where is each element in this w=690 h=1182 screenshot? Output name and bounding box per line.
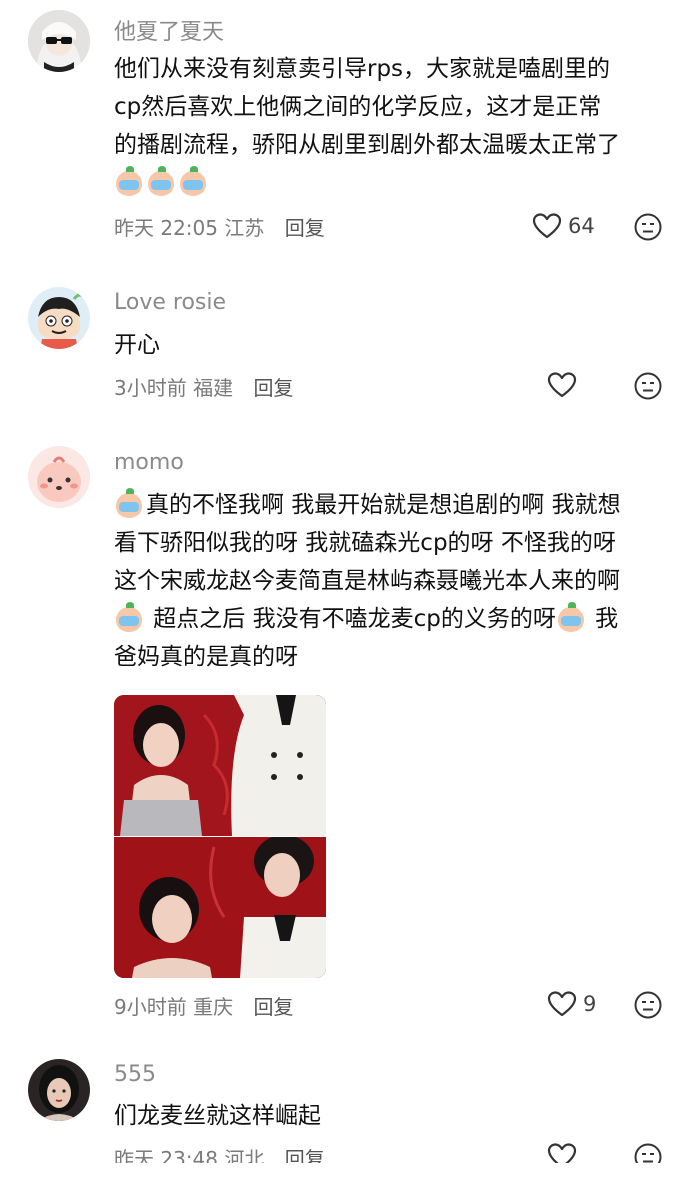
crying-peach-emoji (114, 602, 144, 632)
comment-line: cp然后喜欢上他俩之间的化学反应，这才是正常 (114, 94, 602, 120)
comment-text: 真的不怪我啊 我最开始就是想追剧的啊 我就想 看下骄阳似我的呀 我就磕森光cp的… (114, 486, 659, 676)
comment-text: 开心 (114, 326, 659, 364)
crying-peach-emoji (114, 488, 144, 518)
avatar-image (28, 1059, 90, 1121)
avatar-image (28, 446, 90, 508)
comment-line: 他们从来没有刻意卖引导rps，大家就是嗑剧里的 (114, 56, 611, 82)
comment-line: 超点之后 我没有不嗑龙麦cp的义务的呀 我 (114, 600, 659, 638)
like-count: 64 (568, 214, 595, 238)
crying-peach-emoji (555, 602, 586, 632)
heart-outline-icon (532, 213, 562, 239)
bottom-cutoff (0, 1163, 690, 1182)
reply-button[interactable]: 回复 (285, 216, 325, 240)
meh-face-icon[interactable] (633, 212, 663, 242)
heart-outline-icon (547, 991, 577, 1017)
username[interactable]: 他夏了夏天 (114, 14, 224, 46)
crying-peach-emoji (178, 166, 208, 196)
comment-line-text: 超点之后 我没有不嗑龙麦cp的义务的呀 (146, 606, 556, 632)
like-button[interactable]: 9 (547, 990, 596, 1018)
comment-meta: 3小时前 福建 回复 (114, 372, 293, 401)
comment-line: 真的不怪我啊 我最开始就是想追剧的啊 我就想 (114, 486, 659, 524)
emoji-row (114, 164, 659, 202)
comment-text: 们龙麦丝就这样崛起 (114, 1097, 659, 1135)
reply-button[interactable]: 回复 (253, 995, 293, 1019)
photo[interactable] (114, 695, 326, 836)
photo-collage[interactable] (114, 695, 326, 978)
username[interactable]: Love rosie (114, 290, 226, 315)
meh-face-icon[interactable] (633, 371, 663, 401)
comment-line: 的播剧流程，骄阳从剧里到剧外都太温暖太正常了 (114, 132, 620, 158)
like-button[interactable] (547, 371, 583, 399)
comment-meta: 昨天 22:05 江苏 回复 (114, 212, 325, 241)
comment-line: 开心 (114, 332, 160, 358)
comment-meta: 9小时前 重庆 回复 (114, 991, 293, 1020)
photo-image (114, 695, 326, 836)
username[interactable]: 555 (114, 1062, 156, 1087)
meh-face-icon[interactable] (633, 990, 663, 1020)
timestamp-location: 3小时前 福建 (114, 376, 234, 400)
crying-peach-emoji (146, 166, 176, 196)
comment-line-text: 我 (587, 606, 619, 632)
reply-button[interactable]: 回复 (253, 376, 293, 400)
photo-image (114, 837, 326, 978)
username[interactable]: momo (114, 450, 184, 475)
photo[interactable] (114, 837, 326, 978)
heart-outline-icon (547, 372, 577, 398)
comment-text: 他们从来没有刻意卖引导rps，大家就是嗑剧里的 cp然后喜欢上他俩之间的化学反应… (114, 50, 659, 202)
timestamp-location: 昨天 22:05 江苏 (114, 216, 265, 240)
avatar-image (28, 287, 90, 349)
crying-peach-emoji (114, 166, 144, 196)
comment-line: 这个宋威龙赵今麦简直是林屿森聂曦光本人来的啊 (114, 568, 620, 594)
avatar-image (28, 10, 90, 72)
comment-line: 看下骄阳似我的呀 我就磕森光cp的呀 不怪我的呀 (114, 530, 616, 556)
timestamp-location: 9小时前 重庆 (114, 995, 234, 1019)
comment-line-text: 真的不怪我啊 我最开始就是想追剧的啊 我就想 (146, 492, 621, 518)
avatar[interactable] (28, 446, 90, 508)
avatar[interactable] (28, 1059, 90, 1121)
like-button[interactable]: 64 (532, 212, 595, 240)
comment-line: 们龙麦丝就这样崛起 (114, 1103, 321, 1129)
avatar[interactable] (28, 287, 90, 349)
avatar[interactable] (28, 10, 90, 72)
comment-line: 爸妈真的是真的呀 (114, 644, 298, 670)
like-count: 9 (583, 992, 597, 1016)
